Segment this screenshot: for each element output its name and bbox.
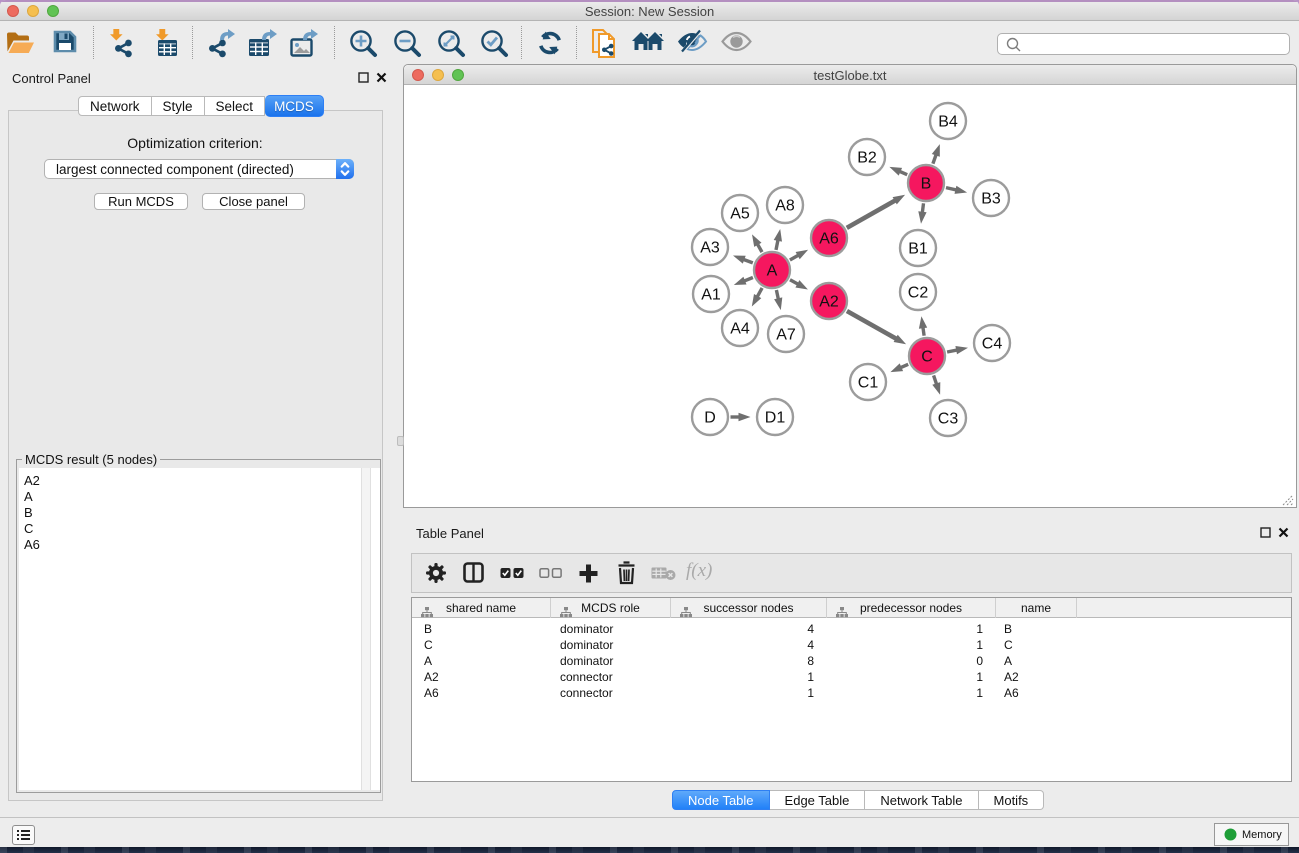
svg-text:C3: C3 [938, 411, 959, 428]
svg-text:B: B [921, 176, 932, 193]
svg-text:B4: B4 [938, 114, 958, 131]
svg-text:A5: A5 [730, 206, 750, 223]
svg-text:B3: B3 [981, 191, 1001, 208]
svg-text:D1: D1 [765, 410, 786, 427]
svg-text:A3: A3 [700, 240, 720, 257]
svg-text:D: D [704, 410, 716, 427]
svg-text:C4: C4 [982, 336, 1003, 353]
svg-text:A7: A7 [776, 327, 796, 344]
svg-text:A1: A1 [701, 287, 721, 304]
svg-text:A2: A2 [819, 294, 839, 311]
svg-text:A8: A8 [775, 198, 795, 215]
svg-text:A6: A6 [819, 231, 839, 248]
svg-text:A: A [767, 263, 778, 280]
svg-text:B1: B1 [908, 241, 928, 258]
svg-text:C1: C1 [858, 375, 879, 392]
svg-text:C2: C2 [908, 285, 929, 302]
svg-text:A4: A4 [730, 321, 750, 338]
svg-text:C: C [921, 349, 933, 366]
svg-text:B2: B2 [857, 150, 877, 167]
